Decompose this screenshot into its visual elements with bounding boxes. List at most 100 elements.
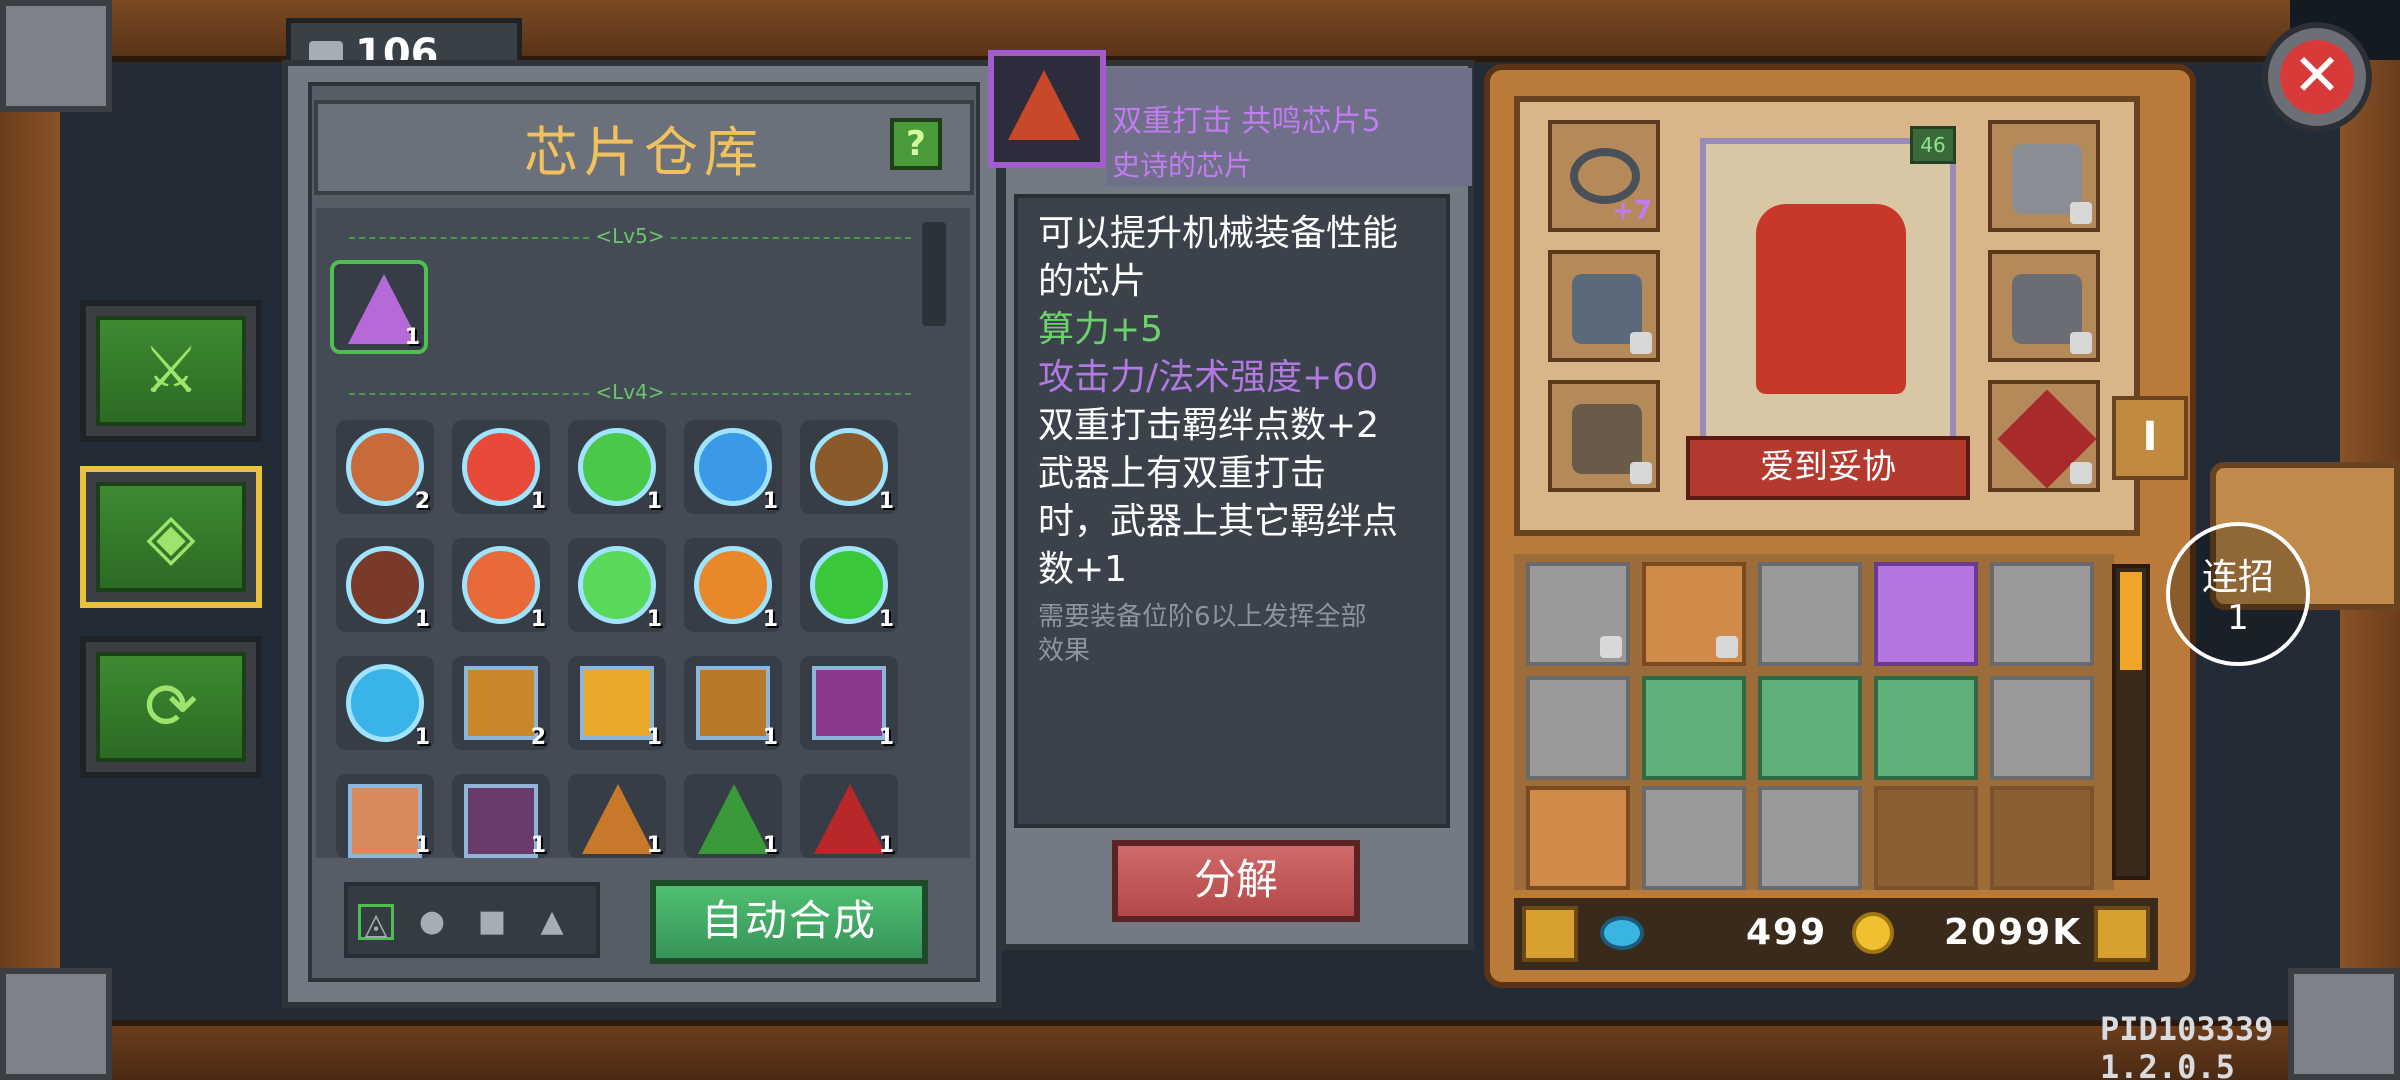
frame-bottom [110, 1020, 2290, 1080]
chip-slot[interactable]: 1 [336, 656, 434, 750]
all-filter-icon[interactable]: ◬ [358, 904, 394, 942]
swap-tab[interactable]: ⟳ [80, 636, 262, 778]
circle-filter-icon[interactable]: ● [414, 904, 450, 940]
chip-slot[interactable]: 1 [800, 774, 898, 858]
inventory-slot[interactable] [1758, 562, 1862, 666]
inventory-slot[interactable] [1990, 562, 2094, 666]
sort-button[interactable] [2094, 906, 2150, 962]
chip-count: 1 [530, 489, 546, 514]
lock-icon [1600, 636, 1622, 658]
chip-square-icon [812, 666, 886, 740]
inventory-scroll-thumb[interactable] [2120, 572, 2142, 670]
chip-count: 1 [530, 607, 546, 632]
chip-slot[interactable]: 1 [800, 538, 898, 632]
chip-slot[interactable]: 1 [684, 656, 782, 750]
chip-slot[interactable]: 1 [568, 420, 666, 514]
warehouse-scrollbar[interactable] [922, 222, 946, 326]
chip-slot[interactable]: 2 [336, 420, 434, 514]
chip-square-icon [464, 666, 538, 740]
weapon-slot[interactable] [1988, 380, 2100, 492]
chip-circle-icon [578, 428, 656, 506]
loadout-tab-button[interactable]: I [2112, 396, 2188, 480]
inventory-slot[interactable] [1526, 786, 1630, 890]
chip-slot[interactable]: 1 [800, 420, 898, 514]
chip-circle-icon [810, 546, 888, 624]
inventory-slot[interactable] [1990, 676, 2094, 780]
effect-line: 双重打击羁绊点数+2 [1038, 405, 1380, 446]
chip-count: 1 [530, 833, 546, 858]
chip-slot[interactable]: 1 [568, 774, 666, 858]
lock-toggle-button[interactable] [1522, 906, 1578, 962]
helmet-slot[interactable] [1988, 120, 2100, 232]
ring-slot[interactable]: +7 [1548, 120, 1660, 232]
stat-line: 攻击力/法术强度+60 [1038, 357, 1379, 398]
inventory-slot[interactable] [1874, 676, 1978, 780]
inventory-slot[interactable] [1758, 676, 1862, 780]
chip-count: 1 [404, 325, 420, 350]
chip-slot[interactable]: 1 [330, 260, 428, 354]
help-button[interactable]: ? [890, 118, 942, 170]
chip-circle-icon [810, 428, 888, 506]
ring-bonus: +7 [1612, 196, 1652, 226]
chip-square-icon [348, 784, 422, 858]
boots-slot[interactable] [1548, 380, 1660, 492]
square-filter-icon[interactable]: ■ [474, 904, 510, 940]
triangle-filter-icon[interactable]: ▲ [534, 904, 570, 940]
inventory-slot[interactable] [1642, 786, 1746, 890]
chip-circle-icon [462, 428, 540, 506]
chip-count: 1 [646, 725, 662, 750]
chip-count: 1 [878, 833, 894, 858]
inventory-slot[interactable] [1526, 676, 1630, 780]
chip-slot[interactable]: 1 [568, 656, 666, 750]
decompose-button[interactable]: 分解 [1112, 840, 1360, 922]
close-button[interactable]: ✕ [2262, 22, 2372, 132]
inventory-slot[interactable] [1758, 786, 1862, 890]
chip-slot[interactable]: 1 [800, 656, 898, 750]
desc-line: 的芯片 [1038, 261, 1147, 302]
weapon-tab[interactable]: ⚔ [80, 300, 262, 442]
level5-label: <Lv5> [330, 224, 930, 248]
chip-rarity: 史诗的芯片 [1112, 149, 1253, 182]
chip-slot[interactable]: 1 [684, 420, 782, 514]
lock-icon [2070, 332, 2092, 354]
inventory-slot[interactable] [1874, 786, 1978, 890]
combo-value: 1 [2227, 598, 2249, 638]
inventory-slot[interactable] [1642, 562, 1746, 666]
chip-circle-icon [346, 428, 424, 506]
chip-count: 2 [414, 489, 430, 514]
chip-count: 1 [646, 833, 662, 858]
inventory-slot[interactable] [1642, 676, 1746, 780]
chip-slot[interactable]: 1 [684, 538, 782, 632]
chip-slot[interactable]: 1 [452, 420, 550, 514]
chip-filter-bar: ◬ ● ■ ▲ [344, 882, 600, 958]
chip-slot[interactable]: 1 [568, 538, 666, 632]
close-icon: ✕ [2280, 40, 2354, 114]
chip-tab[interactable]: ◈ [80, 466, 262, 608]
lock-icon [2070, 202, 2092, 224]
shield-slot[interactable] [1988, 250, 2100, 362]
lock-icon [1630, 462, 1652, 484]
version-label: PID103339 1.2.0.5 [2100, 1010, 2274, 1080]
chip-slot[interactable]: 1 [684, 774, 782, 858]
inventory-slot[interactable] [1526, 562, 1630, 666]
outfit-name-banner[interactable]: 爱到妥协 [1686, 436, 1970, 500]
armor-slot[interactable] [1548, 250, 1660, 362]
chip-slot[interactable]: 1 [452, 538, 550, 632]
chip-slot[interactable]: 1 [336, 774, 434, 858]
chip-name: 双重打击 共鸣芯片5 [1112, 104, 1381, 139]
chip-slot[interactable]: 1 [336, 538, 434, 632]
chip-count: 1 [762, 607, 778, 632]
inventory-slot[interactable] [1990, 786, 2094, 890]
inventory-slot[interactable] [1874, 562, 1978, 666]
chip-slot[interactable]: 1 [452, 774, 550, 858]
chip-count: 1 [414, 725, 430, 750]
chip-count: 1 [878, 607, 894, 632]
chip-slot[interactable]: 2 [452, 656, 550, 750]
sword-icon: ⚔ [96, 316, 246, 426]
currency-bar: 499 2099K [1514, 898, 2158, 970]
auto-merge-button[interactable]: 自动合成 [650, 880, 928, 964]
desc-line: 可以提升机械装备性能 [1038, 213, 1399, 254]
lock-icon [2070, 462, 2092, 484]
gold-count: 2099K [1944, 912, 2083, 953]
combo-indicator[interactable]: 连招 1 [2166, 522, 2310, 666]
